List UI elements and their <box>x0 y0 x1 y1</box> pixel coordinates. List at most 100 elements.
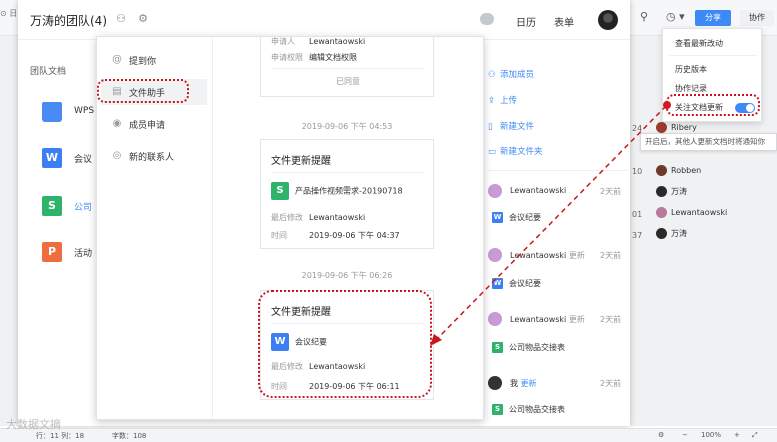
member-item: 万涛 <box>656 228 687 239</box>
at-icon: @ <box>112 54 122 65</box>
view-latest-changes-item[interactable]: 查看最新改动 <box>675 38 723 49</box>
activity-item[interactable]: Lewantaowski 更新 2天前 W 会议纪要 <box>488 248 628 298</box>
row-number: 24 <box>632 124 643 133</box>
divider <box>669 55 757 56</box>
file-name: 活动 <box>74 249 93 259</box>
toolbar-fragment: ⊙ 日 <box>0 9 18 18</box>
highlight-follow-toggle <box>666 94 760 116</box>
time-row: 时间 2019-09-06 下午 04:37 <box>271 231 400 240</box>
annotation-dot <box>663 101 671 109</box>
sheet-doc-icon: S <box>492 404 503 415</box>
row-number: 10 <box>632 167 643 176</box>
share-button[interactable]: 分享 <box>695 10 731 26</box>
history-icon[interactable]: ◷ ▾ <box>666 10 685 23</box>
activity-time: 2天前 <box>600 251 622 260</box>
row-number: 37 <box>632 231 643 240</box>
message-timestamp: 2019-09-06 下午 06:26 <box>301 271 393 280</box>
team-docs-label: 团队文档 <box>30 67 67 77</box>
request-card: 申请人 Lewantaowski 申请权限 编辑文档权限 已同意 <box>260 37 434 97</box>
request-status: 已同意 <box>336 77 360 86</box>
file-item[interactable]: S 公司 <box>18 184 98 230</box>
activity-time: 2天前 <box>600 315 622 324</box>
slides-doc-icon: P <box>42 242 62 262</box>
activity-time: 2天前 <box>600 187 622 196</box>
upload-icon: ⇪ <box>488 96 496 106</box>
member-item: Lewantaowski <box>656 207 727 218</box>
contact-icon: ◎ <box>112 150 122 161</box>
message-timestamp: 2019-09-06 下午 04:53 <box>301 122 393 131</box>
file-item[interactable]: W 会议 <box>18 136 98 182</box>
user-icon: ◉ <box>112 118 122 129</box>
activity-doc[interactable]: S 公司物品交接表 <box>492 404 565 415</box>
watermark: 大数据文摘 <box>6 418 61 431</box>
collaborate-button[interactable]: 协作 <box>740 10 774 26</box>
bug-icon[interactable]: ⚙ <box>658 431 664 439</box>
member-item: 万涛 <box>656 186 687 197</box>
folder-icon <box>42 102 62 122</box>
team-header: 万涛的团队(4) ⚇ ⚙ 日历 表单 <box>18 0 630 40</box>
zoom-in-button[interactable]: + <box>734 431 740 439</box>
highlight-file-assistant <box>97 79 189 103</box>
word-doc-icon: W <box>42 148 62 168</box>
avatar <box>488 376 502 390</box>
applicant-row: 申请人 Lewantaowski <box>271 37 366 46</box>
sheet-doc-icon: S <box>492 342 503 353</box>
member-item: Ribery <box>656 122 697 133</box>
chat-icon[interactable] <box>480 13 494 25</box>
add-member-icon: ⚇ <box>488 70 496 80</box>
avatar <box>488 312 502 326</box>
activity-user: Lewantaowski 更新 <box>510 251 585 260</box>
avatar <box>488 184 502 198</box>
activity-user: 我 更新 <box>510 379 537 388</box>
card-doc[interactable]: S 产品操作视频需求-20190718 <box>271 182 403 200</box>
members-icon[interactable]: ⚇ <box>114 12 128 26</box>
activity-item[interactable]: Lewantaowski 2天前 W 会议纪要 <box>488 184 628 234</box>
activity-user: Lewantaowski 更新 <box>510 315 585 324</box>
team-title: 万涛的团队(4) <box>30 14 107 28</box>
word-doc-icon: W <box>492 278 503 289</box>
sheet-doc-icon: S <box>271 182 289 200</box>
row-number: 01 <box>632 210 643 219</box>
activity-user: Lewantaowski <box>510 186 567 195</box>
settings-icon[interactable]: ⚙ <box>136 12 150 26</box>
status-bar: 行：11 列：18 字数：108 ⚙ − 100% + ⤢ <box>0 428 777 442</box>
fullscreen-icon[interactable]: ⤢ <box>752 431 758 440</box>
nav-member-requests[interactable]: ◉ 成员申请 <box>101 111 207 137</box>
word-count: 字数：108 <box>112 432 147 440</box>
zoom-level: 100% <box>701 431 722 439</box>
member-item: Robben <box>656 165 701 176</box>
activity-item[interactable]: Lewantaowski 更新 2天前 S 公司物品交接表 <box>488 312 628 362</box>
file-item[interactable]: WPS <box>18 90 98 136</box>
new-folder-link[interactable]: ▭ 新建文件夹 <box>488 145 543 157</box>
nav-new-contacts[interactable]: ◎ 新的联系人 <box>101 143 207 169</box>
activity-doc[interactable]: W 会议纪要 <box>492 212 541 223</box>
new-file-icon: ▯ <box>488 122 493 132</box>
form-link[interactable]: 表单 <box>554 14 574 29</box>
zoom-out-button[interactable]: − <box>682 431 688 439</box>
activity-item[interactable]: 我 更新 2天前 S 公司物品交接表 <box>488 376 628 422</box>
calendar-link[interactable]: 日历 <box>516 14 536 29</box>
row-col-indicator: 行：11 列：18 <box>36 432 85 440</box>
nav-mentions[interactable]: @ 提到你 <box>101 47 207 73</box>
new-file-link[interactable]: ▯ 新建文件 <box>488 120 534 132</box>
editor-row: 最后修改 Lewantaowski <box>271 213 366 222</box>
file-update-card[interactable]: 文件更新提醒 S 产品操作视频需求-20190718 最后修改 Lewantaows… <box>260 139 434 249</box>
divider <box>271 68 425 69</box>
upload-link[interactable]: ⇪ 上传 <box>488 94 517 106</box>
person-icon[interactable]: ⚲ <box>640 10 648 23</box>
activity-doc[interactable]: W 会议纪要 <box>492 278 541 289</box>
word-doc-icon: W <box>492 212 503 223</box>
file-item[interactable]: P 活动 <box>18 230 98 276</box>
card-title: 文件更新提醒 <box>271 156 331 167</box>
add-member-link[interactable]: ⚇ 添加成员 <box>488 68 534 80</box>
sheet-doc-icon: S <box>42 196 62 216</box>
highlight-update-card <box>258 290 432 398</box>
activity-doc[interactable]: S 公司物品交接表 <box>492 342 565 353</box>
history-versions-item[interactable]: 历史版本 <box>675 64 707 75</box>
permission-row: 申请权限 编辑文档权限 <box>271 53 357 62</box>
user-avatar[interactable] <box>598 10 618 30</box>
follow-tooltip: 开启后，其他人更新文档时将通知你 <box>640 133 777 151</box>
collab-log-item[interactable]: 协作记录 <box>675 83 707 94</box>
activity-time: 2天前 <box>600 379 622 388</box>
file-name: 会议 <box>74 155 93 165</box>
